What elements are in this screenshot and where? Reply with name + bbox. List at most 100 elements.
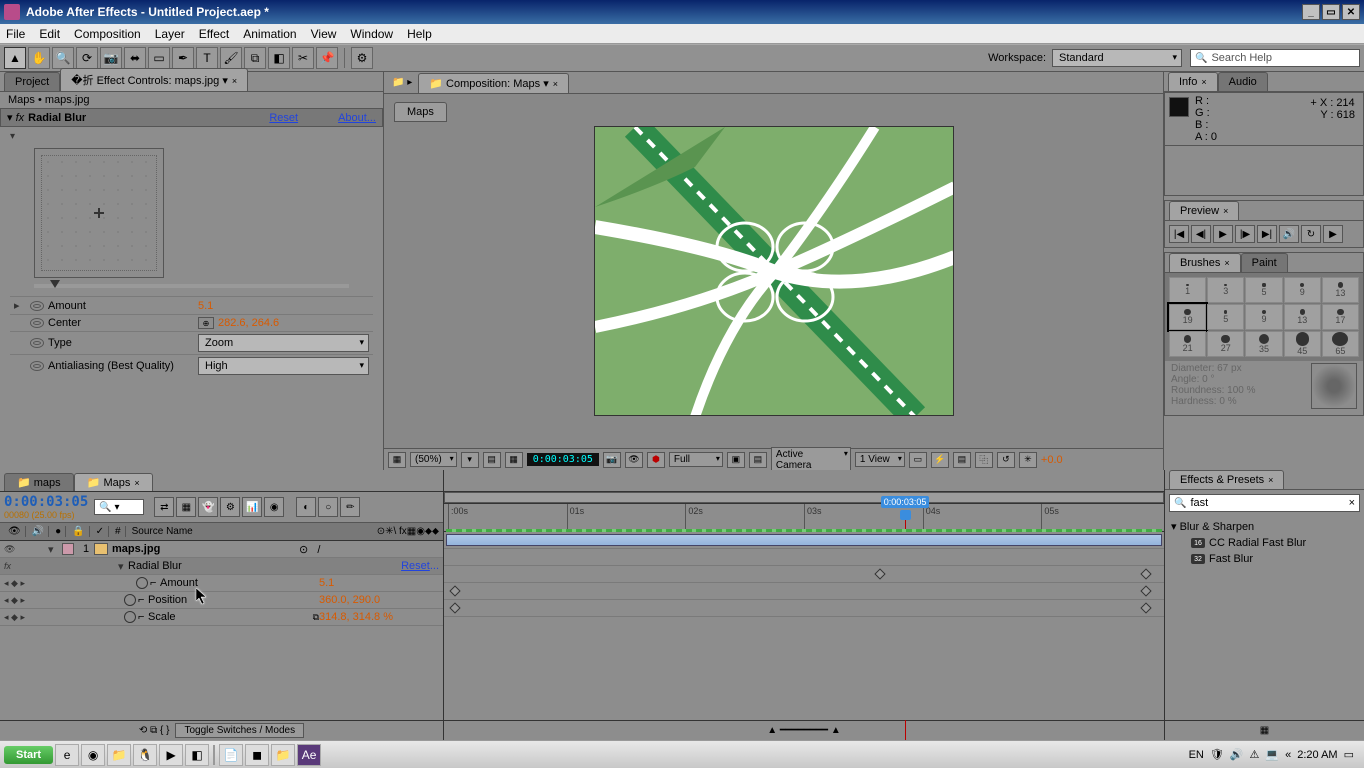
tl-icon-9[interactable]: ✏ xyxy=(340,497,360,517)
effect-item-fast-blur[interactable]: 32Fast Blur xyxy=(1171,551,1358,567)
tab-maps-upper[interactable]: 📁 Maps× xyxy=(74,473,153,491)
menu-file[interactable]: File xyxy=(6,27,25,41)
resolution-dropdown[interactable]: Full xyxy=(669,452,723,467)
channel-icon[interactable]: ⬢ xyxy=(647,452,665,468)
tab-info[interactable]: Info× xyxy=(1168,72,1218,91)
taskbar-app-icon[interactable]: ◧ xyxy=(185,744,209,766)
stopwatch-icon[interactable] xyxy=(124,594,136,606)
tab-project[interactable]: Project xyxy=(4,72,60,91)
play-button[interactable]: ▶ xyxy=(1213,225,1233,243)
camera-dropdown[interactable]: Active Camera xyxy=(771,447,851,473)
pan-behind-tool[interactable]: ⬌ xyxy=(124,47,146,69)
start-button[interactable]: Start xyxy=(4,746,53,764)
last-frame-button[interactable]: ▶| xyxy=(1257,225,1277,243)
timeline-search[interactable]: 🔍 ▾ xyxy=(94,499,144,515)
keyframe-icon[interactable] xyxy=(1141,568,1152,579)
loop-button[interactable]: ↻ xyxy=(1301,225,1321,243)
stopwatch-icon[interactable] xyxy=(30,318,44,328)
tl-icon-5[interactable]: 📊 xyxy=(242,497,262,517)
menu-help[interactable]: Help xyxy=(407,27,432,41)
taskbar-wmp-icon[interactable]: ▶ xyxy=(159,744,183,766)
prev-frame-button[interactable]: ◀| xyxy=(1191,225,1211,243)
rotation-tool[interactable]: ⟳ xyxy=(76,47,98,69)
type-tool[interactable]: T xyxy=(196,47,218,69)
amount-value[interactable]: 5.1 xyxy=(198,300,213,312)
brush-tool[interactable]: 🖌 xyxy=(220,47,242,69)
tab-brushes[interactable]: Brushes× xyxy=(1169,253,1241,272)
layer-effect-row[interactable]: fx ▾ Radial Blur Reset ... xyxy=(0,558,443,575)
effects-search-input[interactable]: fast× xyxy=(1169,494,1360,512)
hand-tool[interactable]: ✋ xyxy=(28,47,50,69)
composition-viewer[interactable]: Maps xyxy=(384,94,1163,448)
menu-window[interactable]: Window xyxy=(350,27,393,41)
res-icon[interactable]: ▾ xyxy=(461,452,479,468)
next-frame-button[interactable]: |▶ xyxy=(1235,225,1255,243)
rect-tool[interactable]: ▭ xyxy=(148,47,170,69)
roto-tool[interactable]: ✂ xyxy=(292,47,314,69)
layer-bar[interactable] xyxy=(446,534,1162,546)
effect-about-link[interactable]: About... xyxy=(338,112,376,124)
keyframe-icon[interactable] xyxy=(450,602,461,613)
tab-effects-presets[interactable]: Effects & Presets× xyxy=(1169,470,1284,489)
comp-time[interactable]: 0:00:03:05 xyxy=(527,453,599,466)
taskbar-doc-icon[interactable]: 📄 xyxy=(219,744,243,766)
stopwatch-icon[interactable] xyxy=(30,338,44,348)
flowchart-icon[interactable]: ⿻ xyxy=(975,452,993,468)
tl-shy-icon[interactable]: 👻 xyxy=(198,497,218,517)
tl-motion-blur-icon[interactable]: ◉ xyxy=(264,497,284,517)
clone-tool[interactable]: ⧉ xyxy=(244,47,266,69)
stopwatch-icon[interactable] xyxy=(136,577,148,589)
close-button[interactable]: ✕ xyxy=(1342,4,1360,20)
radial-blur-preview[interactable] xyxy=(34,148,164,278)
guides-icon[interactable]: ▦ xyxy=(505,452,523,468)
menu-composition[interactable]: Composition xyxy=(74,27,141,41)
antialias-dropdown[interactable]: High xyxy=(198,357,369,375)
menu-effect[interactable]: Effect xyxy=(199,27,229,41)
keyframe-icon[interactable] xyxy=(1141,585,1152,596)
taskbar-ae-icon[interactable]: Ae xyxy=(297,744,321,766)
zoom-dropdown[interactable]: (50%) xyxy=(410,452,457,467)
snapshot-icon[interactable]: 📷 xyxy=(603,452,621,468)
stopwatch-icon[interactable] xyxy=(124,611,136,623)
show-snapshot-icon[interactable]: 👁 xyxy=(625,452,643,468)
tl-icon-2[interactable]: ▦ xyxy=(176,497,196,517)
timeline-navigator[interactable] xyxy=(444,492,1164,503)
taskbar-app2-icon[interactable]: ◼ xyxy=(245,744,269,766)
first-frame-button[interactable]: |◀ xyxy=(1169,225,1189,243)
pen-tool[interactable]: ✒ xyxy=(172,47,194,69)
prop-row-amount[interactable]: ◂ ◆ ▸ ⌐ Amount 5.1 xyxy=(0,575,443,592)
keyframe-icon[interactable] xyxy=(874,568,885,579)
transparency-icon[interactable]: ▤ xyxy=(749,452,767,468)
camera-tool[interactable]: 📷 xyxy=(100,47,122,69)
tray-icon[interactable]: ⚠ xyxy=(1250,748,1260,761)
stopwatch-icon[interactable] xyxy=(30,301,44,311)
tl-icon-1[interactable]: ⇄ xyxy=(154,497,174,517)
maximize-button[interactable]: ▭ xyxy=(1322,4,1340,20)
tl-icon-8[interactable]: ○ xyxy=(318,497,338,517)
minimize-button[interactable]: _ xyxy=(1302,4,1320,20)
toolbar-extra[interactable]: ⚙ xyxy=(351,47,373,69)
tray-icon[interactable]: 💻 xyxy=(1265,748,1279,761)
tray-expand-icon[interactable]: « xyxy=(1285,749,1291,761)
timeline-timecode[interactable]: 0:00:03:05 xyxy=(4,494,88,510)
roi-icon[interactable]: ▣ xyxy=(727,452,745,468)
tab-preview[interactable]: Preview× xyxy=(1169,201,1239,220)
prop-row-position[interactable]: ◂ ◆ ▸ ⌐ Position 360.0, 290.0 xyxy=(0,592,443,609)
taskbar-explorer-icon[interactable]: 📁 xyxy=(107,744,131,766)
show-desktop[interactable]: ▭ xyxy=(1344,748,1354,761)
menu-view[interactable]: View xyxy=(311,27,337,41)
taskbar-ie-icon[interactable]: e xyxy=(55,744,79,766)
tab-effect-controls[interactable]: �折 Effect Controls: maps.jpg ▾× xyxy=(60,68,248,91)
puppet-tool[interactable]: 📌 xyxy=(316,47,338,69)
keyframe-icon[interactable] xyxy=(450,585,461,596)
layer-row-1[interactable]: 👁 ▾ 1 maps.jpg ⊙ / xyxy=(0,541,443,558)
tab-maps-lower[interactable]: 📁 maps xyxy=(4,473,74,491)
tray-icon[interactable]: 🔊 xyxy=(1230,748,1244,761)
tab-paint[interactable]: Paint xyxy=(1241,253,1288,272)
type-dropdown[interactable]: Zoom xyxy=(198,334,369,352)
selection-tool[interactable]: ▲ xyxy=(4,47,26,69)
timeline-icon[interactable]: ▤ xyxy=(953,452,971,468)
menu-layer[interactable]: Layer xyxy=(155,27,185,41)
taskbar-qq-icon[interactable]: 🐧 xyxy=(133,744,157,766)
tray-icon[interactable]: 🛡 xyxy=(1210,748,1224,761)
